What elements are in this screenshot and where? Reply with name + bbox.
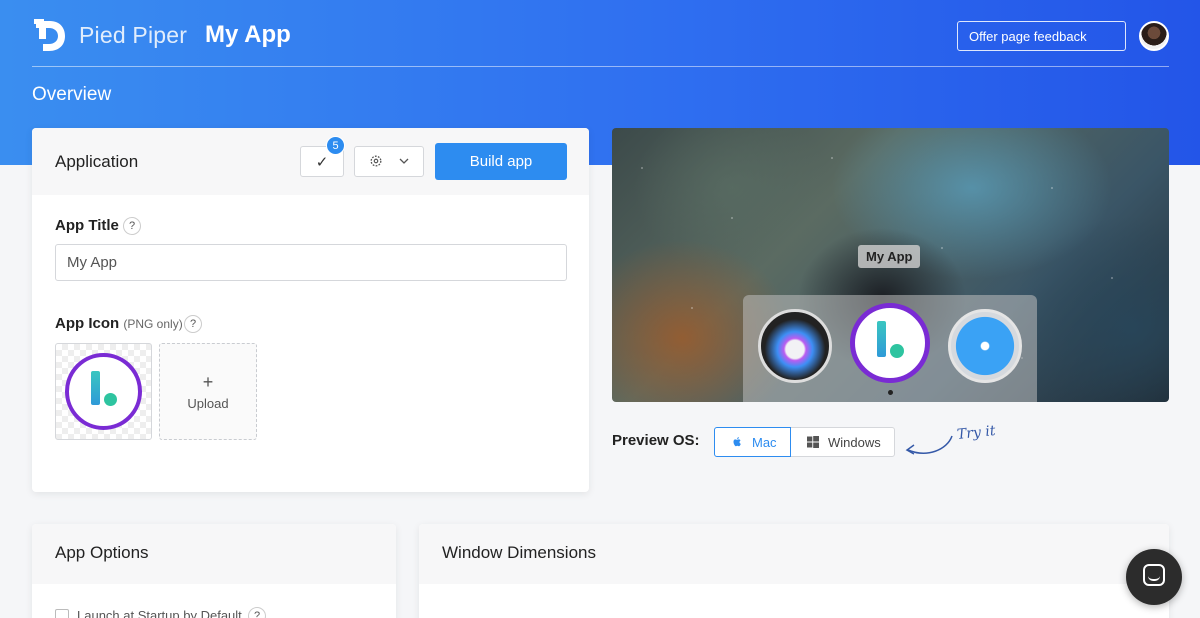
mac-dock <box>743 295 1037 402</box>
app-icon-hint: (PNG only) <box>123 317 183 331</box>
startup-help-icon[interactable]: ? <box>248 607 266 618</box>
check-icon: ✓ <box>315 153 329 171</box>
dock-tooltip: My App <box>858 245 921 268</box>
card-header: Application ✓ 5 Build app <box>32 128 589 195</box>
chat-launcher-button[interactable] <box>1126 549 1182 605</box>
brand-name[interactable]: Pied Piper <box>79 22 187 49</box>
chevron-down-icon <box>399 158 409 164</box>
pied-piper-logo[interactable] <box>32 17 68 55</box>
upload-label: Upload <box>187 396 229 411</box>
os-option-mac[interactable]: Mac <box>714 427 791 457</box>
upload-button[interactable]: + Upload <box>159 343 257 440</box>
app-name: My App <box>205 21 291 48</box>
os-preview-image: My App <box>612 128 1169 402</box>
app-icon-preview[interactable] <box>55 343 152 440</box>
application-card: Application ✓ 5 Build app App Title ? Ap… <box>32 128 589 492</box>
windows-icon <box>807 436 819 448</box>
app-icon-help-icon[interactable]: ? <box>184 315 202 333</box>
app-dock-mark <box>855 308 925 378</box>
app-icon-label-text: App Icon <box>55 315 120 332</box>
card-title: App Options <box>55 543 149 562</box>
chat-icon <box>1143 564 1165 586</box>
app-options-card: App Options Launch at Startup by Default… <box>32 524 396 618</box>
launch-at-startup-checkbox[interactable] <box>55 609 69 618</box>
preview-os-label: Preview OS: <box>612 432 700 449</box>
header-divider <box>32 66 1169 67</box>
app-title-label: App Title <box>55 217 119 234</box>
card-header: App Options <box>32 524 396 584</box>
card-header: Window Dimensions <box>419 524 1169 584</box>
safari-icon <box>948 309 1022 383</box>
os-option-windows[interactable]: Windows <box>790 427 895 457</box>
check-count-badge: 5 <box>326 136 345 155</box>
feedback-button[interactable]: Offer page feedback <box>957 21 1126 51</box>
card-title: Application <box>55 152 139 171</box>
build-app-button[interactable]: Build app <box>435 143 567 180</box>
gear-icon <box>370 155 382 167</box>
siri-icon <box>758 309 832 383</box>
plus-icon: + <box>202 372 214 392</box>
try-it-hint: Try it <box>956 423 997 443</box>
card-title: Window Dimensions <box>442 543 596 562</box>
app-icon-label: App Icon (PNG only) <box>55 315 183 332</box>
os-option-mac-label: Mac <box>752 435 777 450</box>
app-dock-icon <box>850 303 930 383</box>
app-icon-mark <box>69 357 138 426</box>
window-dimensions-card: Window Dimensions <box>419 524 1169 618</box>
os-option-windows-label: Windows <box>828 435 881 450</box>
launch-at-startup-label: Launch at Startup by Default <box>77 608 242 618</box>
app-icon-image <box>65 353 142 430</box>
avatar[interactable] <box>1139 21 1169 51</box>
app-title-input[interactable] <box>55 244 567 281</box>
app-title-help-icon[interactable]: ? <box>123 217 141 235</box>
apple-icon <box>733 437 741 447</box>
settings-dropdown-button[interactable] <box>354 146 424 177</box>
running-indicator <box>888 390 893 395</box>
try-it-arrow-icon <box>905 435 953 455</box>
page-title: Overview <box>32 84 112 105</box>
